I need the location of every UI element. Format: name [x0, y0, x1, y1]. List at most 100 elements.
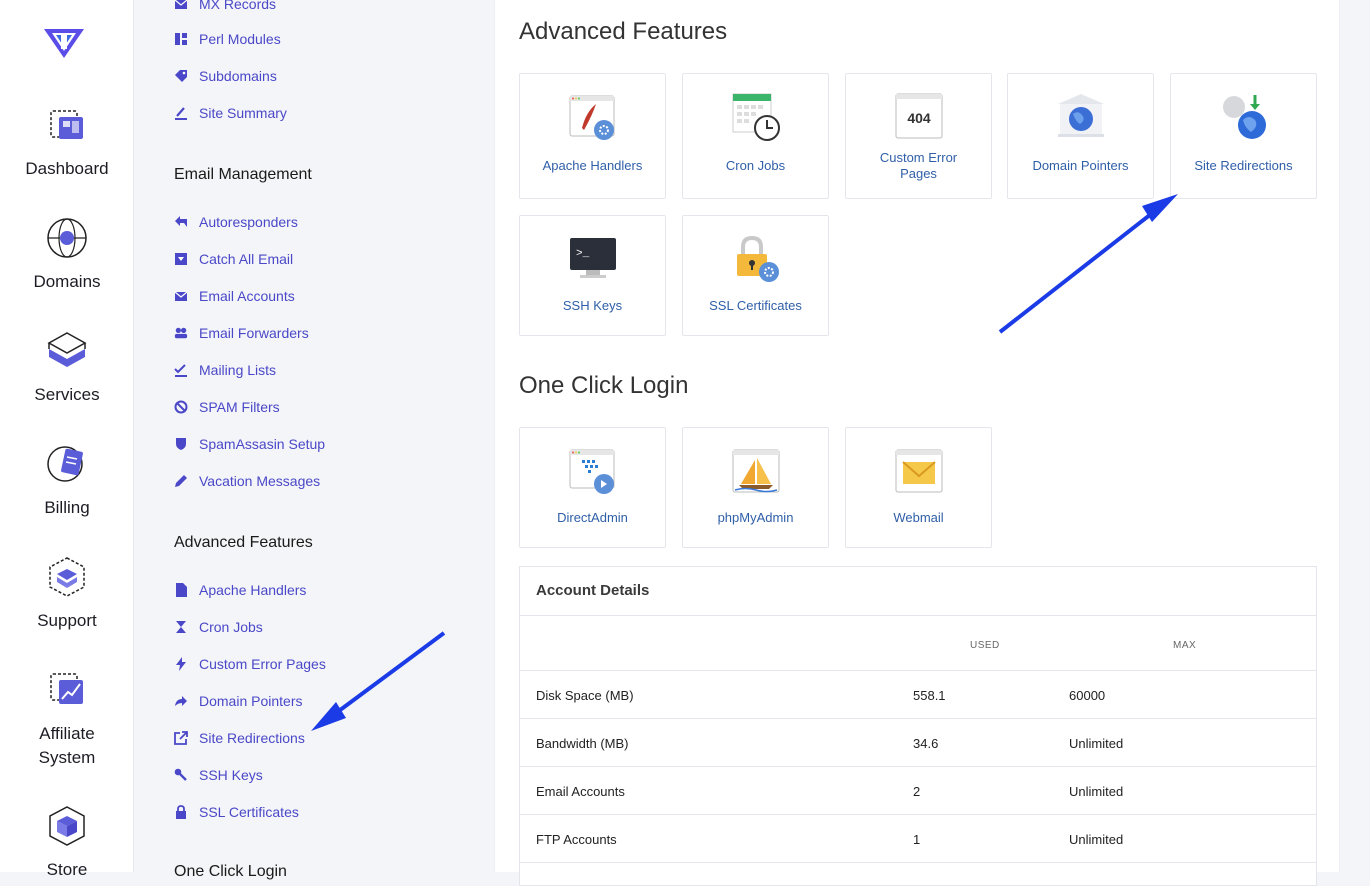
affiliate-chart-icon	[50, 673, 83, 704]
row-max: Unlimited	[1069, 832, 1124, 847]
rail-label: Billing	[44, 498, 90, 517]
table-header: USED MAX	[520, 615, 1316, 671]
cube-icon	[49, 806, 85, 846]
menu-item-domain-pointers[interactable]: Domain Pointers	[174, 690, 303, 712]
card-apache-handlers[interactable]: Apache Handlers	[519, 73, 666, 199]
account-details-table: Account Details USED MAX Disk Space (MB)…	[519, 566, 1317, 886]
menu-item-spamassasin-setup[interactable]: SpamAssasin Setup	[174, 433, 325, 455]
error-404-icon: 404	[895, 93, 943, 139]
menu-item-mx-records[interactable]: MX Records	[174, 0, 276, 15]
row-used: 34.6	[913, 736, 939, 751]
directadmin-icon	[569, 449, 615, 494]
rail-item-dashboard[interactable]: Dashboard	[0, 103, 134, 181]
brand-logo-icon[interactable]	[42, 26, 86, 60]
rail-item-support[interactable]: Support	[0, 555, 134, 633]
grid-icon	[175, 33, 187, 45]
rail-item-billing[interactable]: Billing	[0, 442, 134, 520]
hourglass-icon	[176, 621, 186, 633]
card-label: SSH Keys	[562, 298, 623, 313]
rail-item-services[interactable]: Services	[0, 329, 134, 407]
row-name: Disk Space (MB)	[536, 688, 634, 703]
padlock-gear-icon	[737, 235, 779, 282]
globe-icon	[47, 218, 87, 258]
chart-icon	[175, 107, 187, 120]
dashboard-icon	[50, 110, 83, 139]
terminal-prompt: >_	[576, 248, 590, 260]
menu-item-site-summary[interactable]: Site Summary	[174, 102, 287, 124]
pencil-icon	[175, 475, 187, 487]
card-domain-pointers[interactable]: Domain Pointers	[1007, 73, 1154, 199]
apache-handlers-icon	[569, 95, 615, 140]
users-icon	[174, 327, 188, 339]
rail-label: Services	[34, 385, 100, 404]
card-label: Cron Jobs	[725, 158, 786, 173]
rail-label: Domains	[33, 272, 101, 291]
rail-item-affiliate[interactable]: Affiliate System	[0, 668, 134, 770]
inbox-icon	[175, 253, 187, 265]
list-check-icon	[174, 364, 187, 377]
menu-item-catch-all-email[interactable]: Catch All Email	[174, 248, 293, 270]
menu-item-vacation-messages[interactable]: Vacation Messages	[174, 470, 320, 492]
table-row: Bandwidth (MB) 34.6 Unlimited	[520, 719, 1316, 767]
rail-item-domains[interactable]: Domains	[0, 216, 134, 294]
terminal-icon: >_	[570, 238, 616, 278]
row-name: Email Accounts	[536, 784, 625, 799]
advanced-features-title: Advanced Features	[519, 18, 728, 45]
row-name: Bandwidth (MB)	[536, 736, 629, 751]
menu-item-ssl-certificates[interactable]: SSL Certificates	[174, 801, 299, 823]
row-name: FTP Accounts	[536, 832, 617, 847]
layers-icon	[47, 332, 87, 367]
support-box-icon	[49, 557, 85, 597]
table-row: Disk Space (MB) 558.1 60000	[520, 671, 1316, 719]
tag-icon	[175, 70, 187, 82]
menu-item-email-accounts[interactable]: Email Accounts	[174, 285, 295, 307]
card-custom-error-pages[interactable]: 404 Custom Error Pages	[845, 73, 992, 199]
lock-icon	[176, 805, 186, 819]
row-max: 60000	[1069, 688, 1106, 703]
rail-label: Store	[46, 860, 88, 879]
menu-item-autoresponders[interactable]: Autoresponders	[174, 211, 298, 233]
rail-label: Support	[37, 611, 97, 630]
card-site-redirections[interactable]: Site Redirections	[1170, 73, 1317, 199]
error-code: 404	[907, 110, 931, 126]
webmail-envelope-icon	[895, 449, 943, 493]
card-phpmyadmin[interactable]: phpMyAdmin	[682, 427, 829, 548]
key-icon	[174, 768, 187, 781]
menu-heading-advanced: Advanced Features	[174, 534, 313, 551]
card-directadmin[interactable]: DirectAdmin	[519, 427, 666, 548]
card-ssl-certificates[interactable]: SSL Certificates	[682, 215, 829, 336]
menu-item-ssh-keys[interactable]: SSH Keys	[174, 764, 263, 786]
menu-item-site-redirections[interactable]: Site Redirections	[174, 727, 305, 749]
menu-item-apache-handlers[interactable]: Apache Handlers	[174, 579, 306, 601]
card-ssh-keys[interactable]: >_ SSH Keys	[519, 215, 666, 336]
account-details-title: Account Details	[536, 582, 650, 599]
share-arrow-icon	[175, 696, 187, 706]
table-row: Email Accounts 2 Unlimited	[520, 767, 1316, 815]
row-max: Unlimited	[1069, 784, 1124, 799]
menu-item-cron-jobs[interactable]: Cron Jobs	[174, 616, 263, 638]
menu-item-spam-filters[interactable]: SPAM Filters	[174, 396, 280, 418]
billing-icon	[47, 446, 83, 482]
phpmyadmin-sailboat-icon	[732, 449, 780, 493]
card-cron-jobs[interactable]: Cron Jobs	[682, 73, 829, 199]
card-webmail[interactable]: Webmail	[845, 427, 992, 548]
card-label: phpMyAdmin	[717, 510, 794, 525]
menu-item-perl-modules[interactable]: Perl Modules	[174, 28, 281, 50]
feature-menu: MX Records Perl Modules Subdomains Site …	[135, 0, 455, 880]
menu-item-email-forwarders[interactable]: Email Forwarders	[174, 322, 309, 344]
menu-item-subdomains[interactable]: Subdomains	[174, 65, 277, 87]
bolt-icon	[176, 657, 186, 671]
shield-icon	[176, 438, 186, 450]
row-max: Unlimited	[1069, 736, 1124, 751]
external-link-icon	[174, 731, 188, 745]
column-header-used: USED	[970, 640, 1000, 651]
calendar-clock-icon	[732, 93, 780, 141]
row-used: 558.1	[913, 688, 946, 703]
rail-item-store[interactable]: Store	[0, 804, 134, 882]
menu-item-custom-error-pages[interactable]: Custom Error Pages	[174, 653, 326, 675]
menu-item-mailing-lists[interactable]: Mailing Lists	[174, 359, 276, 381]
icon-rail: Dashboard Domains Services Billing Suppo…	[0, 0, 134, 879]
reply-icon	[175, 216, 187, 227]
rail-label: Dashboard	[25, 159, 109, 178]
domain-globe-icon	[1058, 94, 1104, 137]
